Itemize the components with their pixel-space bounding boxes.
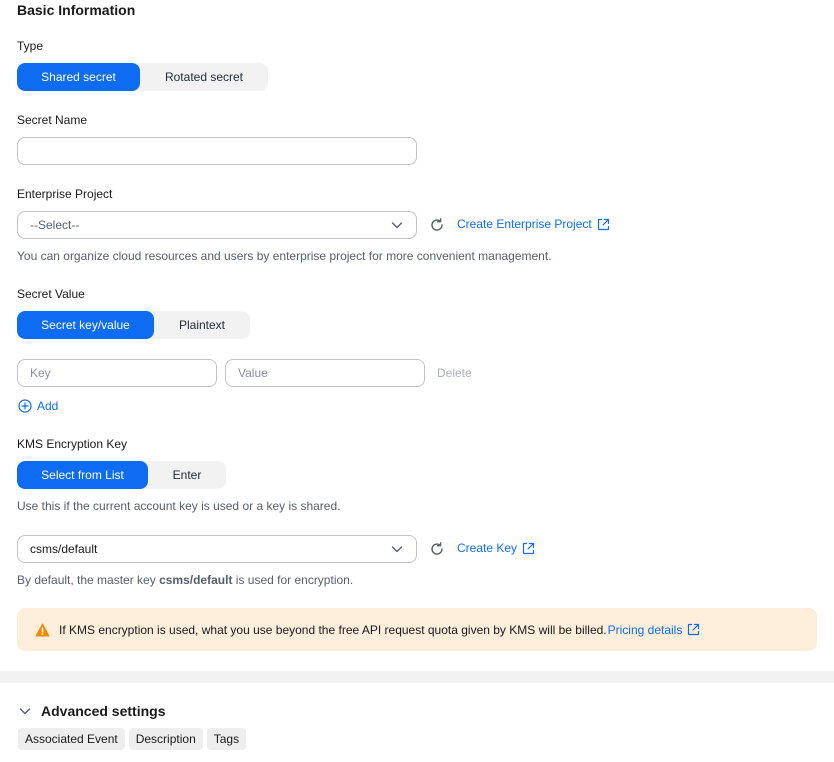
type-option-rotated-secret[interactable]: Rotated secret xyxy=(140,63,268,91)
kms-default-hint: By default, the master key csms/default … xyxy=(17,573,353,587)
advanced-settings-title: Advanced settings xyxy=(41,703,166,719)
external-link-icon xyxy=(522,542,535,554)
add-row-label: Add xyxy=(37,399,59,413)
kms-key-select[interactable]: csms/default xyxy=(17,535,417,563)
chevron-down-icon xyxy=(391,546,403,553)
secret-value-label: Secret Value xyxy=(17,287,85,301)
secret-value-input[interactable] xyxy=(225,359,425,387)
pricing-details-link[interactable]: Pricing details xyxy=(608,623,701,637)
create-key-link[interactable]: Create Key xyxy=(457,541,535,555)
type-segmented-control: Shared secret Rotated secret xyxy=(17,63,268,91)
refresh-icon[interactable] xyxy=(429,217,445,233)
billing-warning-banner: If KMS encryption is used, what you use … xyxy=(17,608,817,651)
section-divider xyxy=(0,671,834,683)
secret-value-option-plaintext[interactable]: Plaintext xyxy=(154,311,250,339)
kms-option-enter[interactable]: Enter xyxy=(148,461,226,489)
create-enterprise-project-label: Create Enterprise Project xyxy=(457,217,592,231)
create-key-label: Create Key xyxy=(457,541,518,555)
kms-key-segmented-control: Select from List Enter xyxy=(17,461,226,489)
external-link-icon xyxy=(597,218,609,230)
warning-icon xyxy=(35,623,50,636)
advanced-tag-tags: Tags xyxy=(206,728,247,750)
enterprise-project-label: Enterprise Project xyxy=(17,187,113,201)
billing-warning-text: If KMS encryption is used, what you use … xyxy=(59,622,607,637)
chevron-down-icon xyxy=(19,708,31,715)
section-title: Basic Information xyxy=(17,2,136,18)
enterprise-project-hint: You can organize cloud resources and use… xyxy=(17,249,552,263)
secret-name-input[interactable] xyxy=(17,137,417,165)
kms-option-select-from-list[interactable]: Select from List xyxy=(17,461,148,489)
advanced-tag-associated-event: Associated Event xyxy=(18,728,125,750)
kms-key-label: KMS Encryption Key xyxy=(17,437,128,451)
create-enterprise-project-link[interactable]: Create Enterprise Project xyxy=(457,217,610,231)
kms-default-hint-suffix: is used for encryption. xyxy=(232,573,354,587)
add-row-button[interactable]: Add xyxy=(18,399,58,413)
enterprise-project-select-value: --Select-- xyxy=(30,218,80,232)
delete-row-button[interactable]: Delete xyxy=(437,366,472,380)
kms-default-hint-prefix: By default, the master key xyxy=(17,573,160,587)
advanced-tag-description: Description xyxy=(128,728,203,750)
pricing-details-label: Pricing details xyxy=(607,622,683,637)
chevron-down-icon xyxy=(391,222,403,229)
advanced-settings-toggle[interactable]: Advanced settings xyxy=(18,703,165,719)
secret-key-input[interactable] xyxy=(17,359,217,387)
enterprise-project-select[interactable]: --Select-- xyxy=(17,211,417,239)
add-circle-icon xyxy=(18,399,32,413)
type-option-shared-secret[interactable]: Shared secret xyxy=(17,63,140,91)
kms-key-hint: Use this if the current account key is u… xyxy=(17,499,341,513)
secret-value-option-key-value[interactable]: Secret key/value xyxy=(17,311,154,339)
kms-key-select-value: csms/default xyxy=(30,542,98,556)
secret-value-segmented-control: Secret key/value Plaintext xyxy=(17,311,250,339)
external-link-icon xyxy=(688,623,700,636)
secret-name-label: Secret Name xyxy=(17,113,88,127)
refresh-icon[interactable] xyxy=(429,541,445,557)
type-label: Type xyxy=(17,39,44,53)
kms-default-hint-key: csms/default xyxy=(159,573,233,587)
advanced-settings-tags: Associated Event Description Tags xyxy=(18,728,250,750)
